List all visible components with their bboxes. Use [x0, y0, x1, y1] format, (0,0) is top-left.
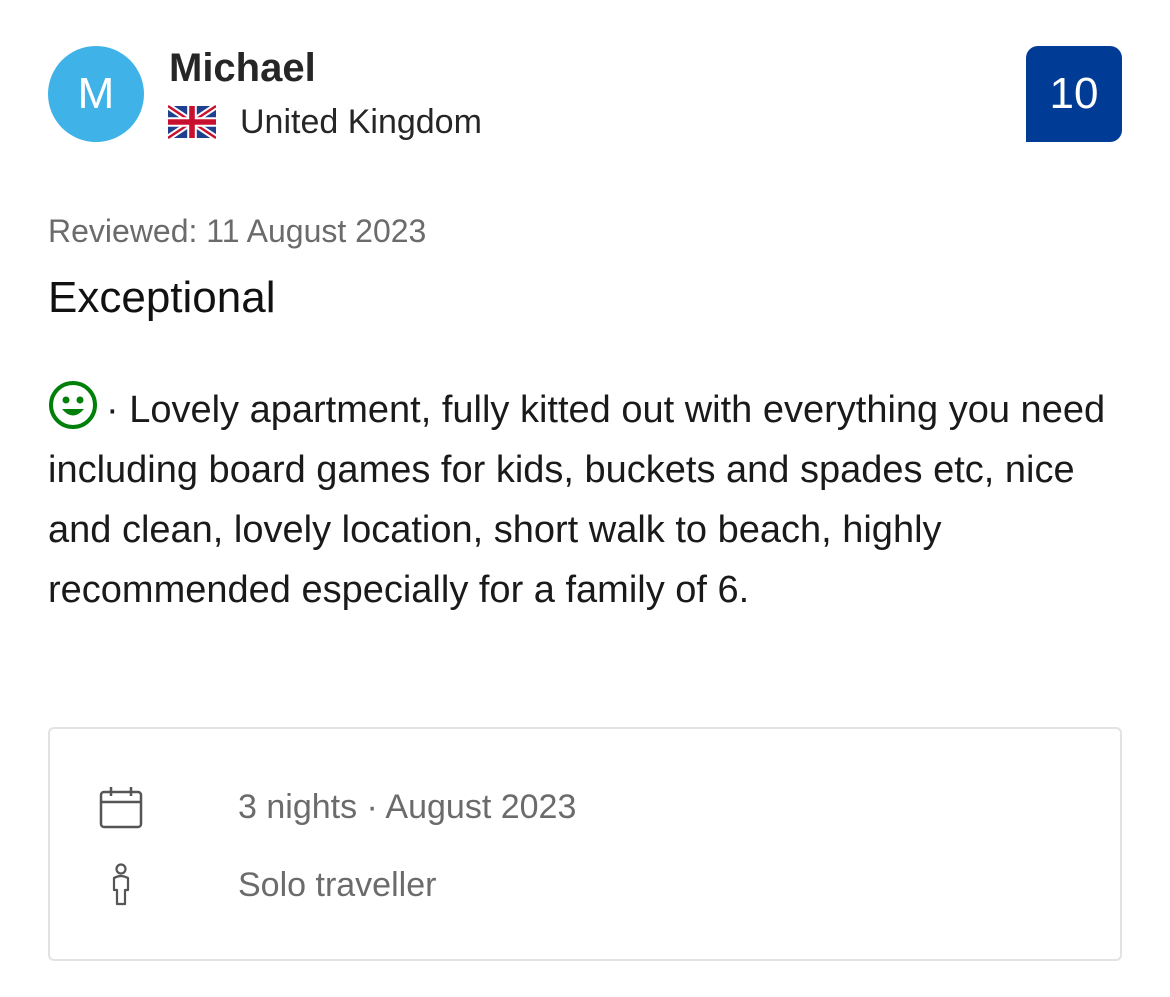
review-title: Exceptional — [48, 273, 276, 322]
review-positive-text: · Lovely apartment, fully kitted out wit… — [48, 389, 1106, 611]
avatar-initial: M — [77, 69, 115, 118]
smiley-face-icon — [49, 381, 97, 429]
traveller-type-row: Solo traveller — [98, 861, 436, 909]
reviewer-country: United Kingdom — [168, 100, 482, 144]
avatar: M — [48, 46, 144, 142]
stay-duration: 3 nights · August 2023 — [238, 787, 577, 826]
calendar-icon — [99, 787, 143, 829]
review-card: M Michael United Kingdom 10 Reviewed: 11… — [0, 0, 1170, 997]
score-badge: 10 — [1026, 46, 1122, 142]
uk-flag-icon — [168, 105, 216, 139]
score-value: 10 — [1049, 69, 1099, 118]
review-date: Reviewed: 11 August 2023 — [48, 213, 427, 249]
stay-details: 3 nights · August 2023 Solo traveller — [48, 727, 1122, 961]
person-icon — [112, 863, 130, 906]
reviewer-name: Michael — [169, 46, 316, 90]
traveller-type: Solo traveller — [238, 865, 437, 904]
review-positive: · Lovely apartment, fully kitted out wit… — [48, 380, 1128, 620]
stay-duration-row: 3 nights · August 2023 — [98, 783, 576, 831]
country-name: United Kingdom — [240, 102, 482, 141]
